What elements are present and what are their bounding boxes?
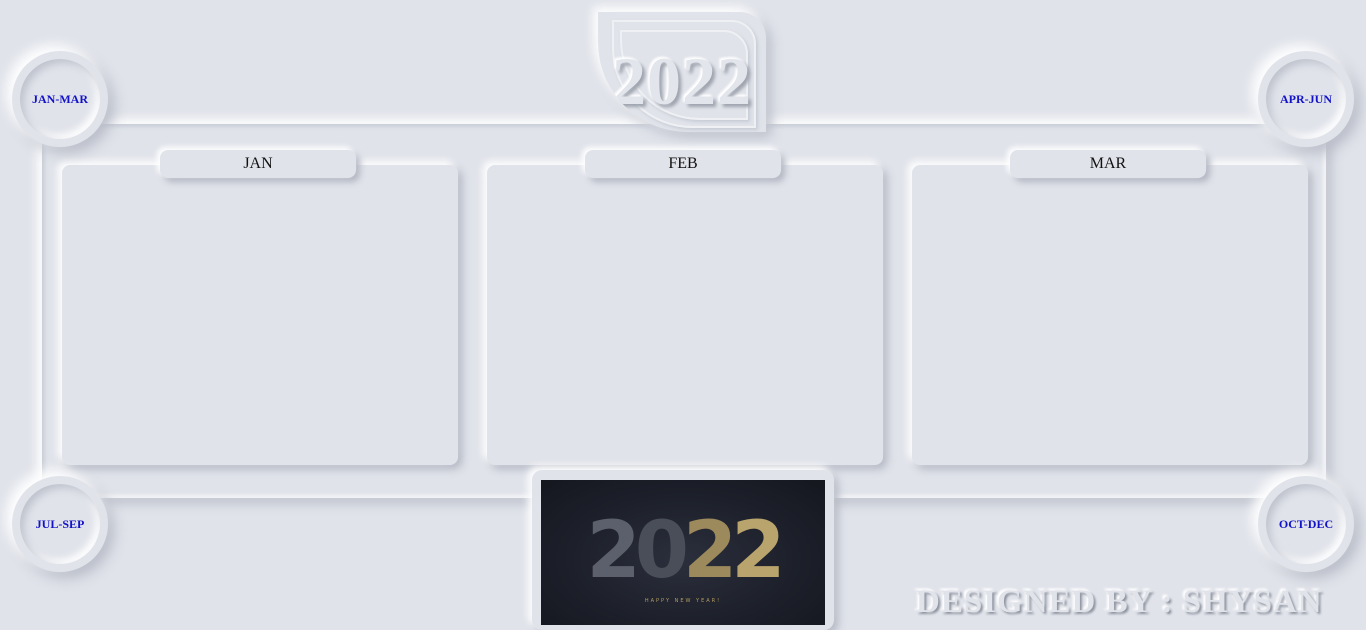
month-title-mar: MAR <box>1010 150 1206 178</box>
quarter-button-jul-sep[interactable]: JUL-SEP <box>12 476 108 572</box>
designer-signature: DESIGNED BY : SHYSAN <box>916 584 1323 620</box>
year-badge: 2022 <box>598 12 766 132</box>
quarter-button-oct-dec[interactable]: OCT-DEC <box>1258 476 1354 572</box>
month-title-jan: JAN <box>160 150 356 178</box>
quarter-label: JAN-MAR <box>32 91 88 106</box>
month-panel-jan <box>62 165 458 465</box>
new-year-photo: 2022 HAPPY NEW YEAR! <box>541 480 825 625</box>
quarter-label: APR-JUN <box>1280 91 1332 106</box>
quarter-button-jan-mar[interactable]: JAN-MAR <box>12 51 108 147</box>
quarter-button-apr-jun[interactable]: APR-JUN <box>1258 51 1354 147</box>
month-panel-feb <box>487 165 883 465</box>
quarter-label: JUL-SEP <box>35 516 85 531</box>
year-title: 2022 <box>612 43 752 119</box>
month-panel-mar <box>912 165 1308 465</box>
photo-caption: HAPPY NEW YEAR! <box>644 598 722 604</box>
month-title-feb: FEB <box>585 150 781 178</box>
photo-year-number: 2022 <box>586 506 785 596</box>
quarter-label: OCT-DEC <box>1278 516 1334 531</box>
